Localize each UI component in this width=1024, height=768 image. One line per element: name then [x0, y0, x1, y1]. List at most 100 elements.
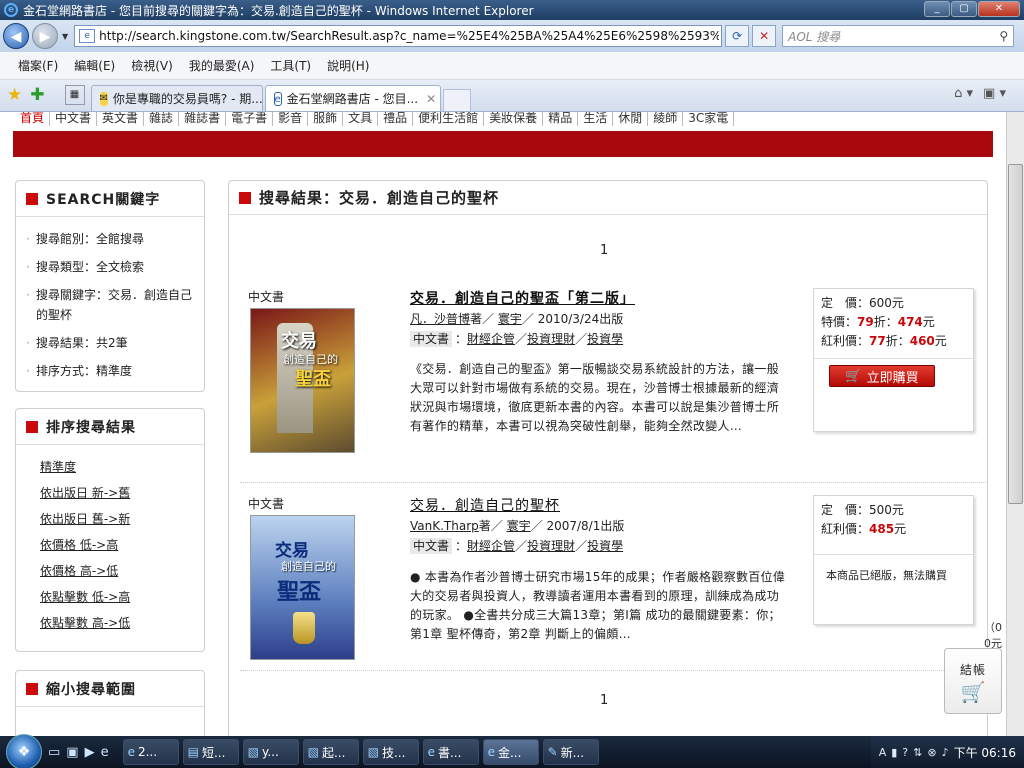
out-of-print-notice: 本商品已絕版，無法購買 — [814, 554, 973, 583]
network-icon[interactable]: ⇅ — [913, 746, 922, 759]
taskbar-item[interactable]: ▧ 起... — [302, 739, 359, 765]
sort-clicks-asc-link[interactable]: 依點擊數 低->高 — [40, 587, 194, 607]
language-bar-icon[interactable]: A — [879, 746, 887, 759]
menu-help[interactable]: 說明(H) — [327, 57, 369, 74]
nav-misc[interactable]: 綾師 — [648, 112, 684, 126]
search-icon[interactable]: ⚲ — [999, 29, 1008, 43]
nav-mook[interactable]: 雜誌書 — [179, 112, 227, 126]
taskbar-item[interactable]: ▤ 短... — [182, 739, 239, 765]
publisher-link[interactable]: 寰宇 — [507, 519, 531, 533]
book-title-link[interactable]: 交易．創造自己的聖盃「第二版」 — [410, 288, 635, 308]
refresh-icon[interactable]: ⟳ — [725, 25, 750, 47]
clock[interactable]: 下午 06:16 — [954, 744, 1016, 761]
vertical-scrollbar[interactable] — [1006, 112, 1024, 736]
scrollbar-thumb[interactable] — [1008, 164, 1023, 504]
home-icon[interactable]: ⌂ ▾ — [954, 86, 973, 101]
buy-now-button[interactable]: 🛒 立即購買 — [829, 365, 935, 387]
nav-convenience[interactable]: 便利生活館 — [413, 112, 485, 126]
start-button[interactable]: ❖ — [6, 734, 42, 768]
menu-view[interactable]: 檢視(V) — [131, 57, 173, 74]
sort-relevance-link[interactable]: 精準度 — [40, 457, 194, 477]
book-cover-image[interactable]: 交易 創造自己的 聖盃 — [250, 515, 355, 660]
minimize-icon[interactable]: _ — [924, 1, 950, 17]
nav-stationery[interactable]: 文具 — [343, 112, 379, 126]
nav-leisure[interactable]: 休閒 — [613, 112, 649, 126]
taskbar-item[interactable]: e 2... — [122, 739, 179, 765]
nav-home[interactable]: 首頁 — [15, 112, 51, 126]
tab-trader-article[interactable]: ✉ 你是專職的交易員嗎? - 期... — [90, 85, 263, 111]
ie-quicklaunch-icon[interactable]: e — [101, 745, 109, 760]
sort-clicks-desc-link[interactable]: 依點擊數 高->低 — [40, 613, 194, 633]
taskbar-item[interactable]: ▧ y... — [242, 739, 299, 765]
forward-button[interactable]: ▶ — [32, 23, 58, 49]
nav-gifts[interactable]: 禮品 — [378, 112, 414, 126]
favorites-star-icon[interactable]: ★ — [7, 85, 22, 105]
address-bar[interactable]: e http://search.kingstone.com.tw/SearchR… — [74, 25, 723, 47]
switch-windows-icon[interactable]: ▣ — [66, 745, 78, 760]
category-link[interactable]: 投資理財 — [527, 332, 575, 346]
nav-chinese-books[interactable]: 中文書 — [50, 112, 98, 126]
tab-kingstone[interactable]: e 金石堂網路書店 - 您目... ✕ — [264, 85, 441, 111]
list-price-label: 定 價： — [821, 296, 870, 310]
book-cover-image[interactable]: 交易 創造自己的 聖盃 — [250, 308, 355, 453]
author-link[interactable]: VanK.Tharp — [410, 519, 479, 533]
nav-beauty[interactable]: 美妝保養 — [484, 112, 544, 126]
nav-magazines[interactable]: 雜誌 — [144, 112, 180, 126]
nav-english-books[interactable]: 英文書 — [97, 112, 145, 126]
taskbar-item[interactable]: e 書... — [422, 739, 479, 765]
nav-media[interactable]: 影音 — [273, 112, 309, 126]
input-method-icon[interactable]: ▮ — [891, 746, 897, 759]
publisher-link[interactable]: 寰宇 — [498, 312, 522, 326]
back-button[interactable]: ◀ — [3, 23, 29, 49]
volume-icon[interactable]: ♪ — [942, 746, 949, 759]
document-icon: ▤ — [187, 745, 199, 759]
media-player-icon[interactable]: ▶ — [85, 745, 95, 760]
menu-file[interactable]: 檔案(F) — [18, 57, 58, 74]
search-scope: 搜尋館別：全館搜尋 — [26, 229, 194, 249]
category-link[interactable]: 投資學 — [587, 332, 623, 346]
quick-tabs-icon[interactable]: ▦ — [64, 85, 85, 105]
nav-apparel[interactable]: 服飾 — [308, 112, 344, 126]
menu-tools[interactable]: 工具(T) — [270, 57, 311, 74]
book-title-link[interactable]: 交易．創造自己的聖杯 — [410, 495, 560, 515]
show-desktop-icon[interactable]: ▭ — [48, 745, 60, 760]
sort-price-desc-link[interactable]: 依價格 高->低 — [40, 561, 194, 581]
pagination-top[interactable]: 1 — [600, 243, 608, 258]
sort-date-asc-link[interactable]: 依出版日 舊->新 — [40, 509, 194, 529]
category-tag: 中文書 — [410, 538, 453, 554]
menu-favorites[interactable]: 我的最愛(A) — [189, 57, 255, 74]
author-link[interactable]: 凡．沙普博 — [410, 312, 470, 326]
sort-date-desc-link[interactable]: 依出版日 新->舊 — [40, 483, 194, 503]
menu-edit[interactable]: 編輯(E) — [74, 57, 115, 74]
category-link[interactable]: 投資理財 — [527, 539, 575, 553]
nav-luxury[interactable]: 精品 — [543, 112, 579, 126]
category-link[interactable]: 財經企管 — [467, 332, 515, 346]
add-favorite-icon[interactable]: ✚ — [30, 85, 44, 105]
stop-icon[interactable]: ✕ — [752, 25, 777, 47]
shopping-cart-icon: 🛒 — [960, 680, 986, 704]
history-dropdown-icon[interactable]: ▼ — [62, 32, 68, 41]
sort-price-asc-link[interactable]: 依價格 低->高 — [40, 535, 194, 555]
help-icon[interactable]: ? — [902, 746, 908, 759]
category-link[interactable]: 財經企管 — [467, 539, 515, 553]
taskbar-item[interactable]: ✎ 新... — [542, 739, 599, 765]
taskbar-item-active[interactable]: e 金... — [482, 739, 539, 765]
address-url[interactable]: http://search.kingstone.com.tw/SearchRes… — [99, 29, 719, 43]
close-tab-icon[interactable]: ✕ — [426, 92, 436, 106]
special-price-value: 474 — [897, 315, 923, 329]
search-input[interactable]: AOL 搜尋 ⚲ — [782, 25, 1015, 47]
category-link[interactable]: 投資學 — [587, 539, 623, 553]
security-alert-icon[interactable]: ⊗ — [927, 746, 936, 759]
pagination-bottom[interactable]: 1 — [600, 693, 608, 708]
nav-ebooks[interactable]: 電子書 — [226, 112, 274, 126]
checkout-button[interactable]: 結帳 🛒 — [944, 648, 1002, 714]
maximize-icon[interactable]: ▢ — [951, 1, 977, 17]
rss-feed-icon[interactable]: ▣ ▾ — [983, 86, 1006, 101]
book-category-line: 中文書 ：財經企管／投資理財／投資學 — [410, 537, 623, 555]
new-tab-button[interactable] — [442, 89, 471, 111]
nav-3c[interactable]: 3C家電 — [683, 112, 735, 126]
taskbar-item[interactable]: ▧ 技... — [362, 739, 419, 765]
panel-title: 排序搜尋結果 — [16, 409, 204, 445]
close-window-icon[interactable]: ✕ — [978, 1, 1020, 17]
nav-living[interactable]: 生活 — [578, 112, 614, 126]
